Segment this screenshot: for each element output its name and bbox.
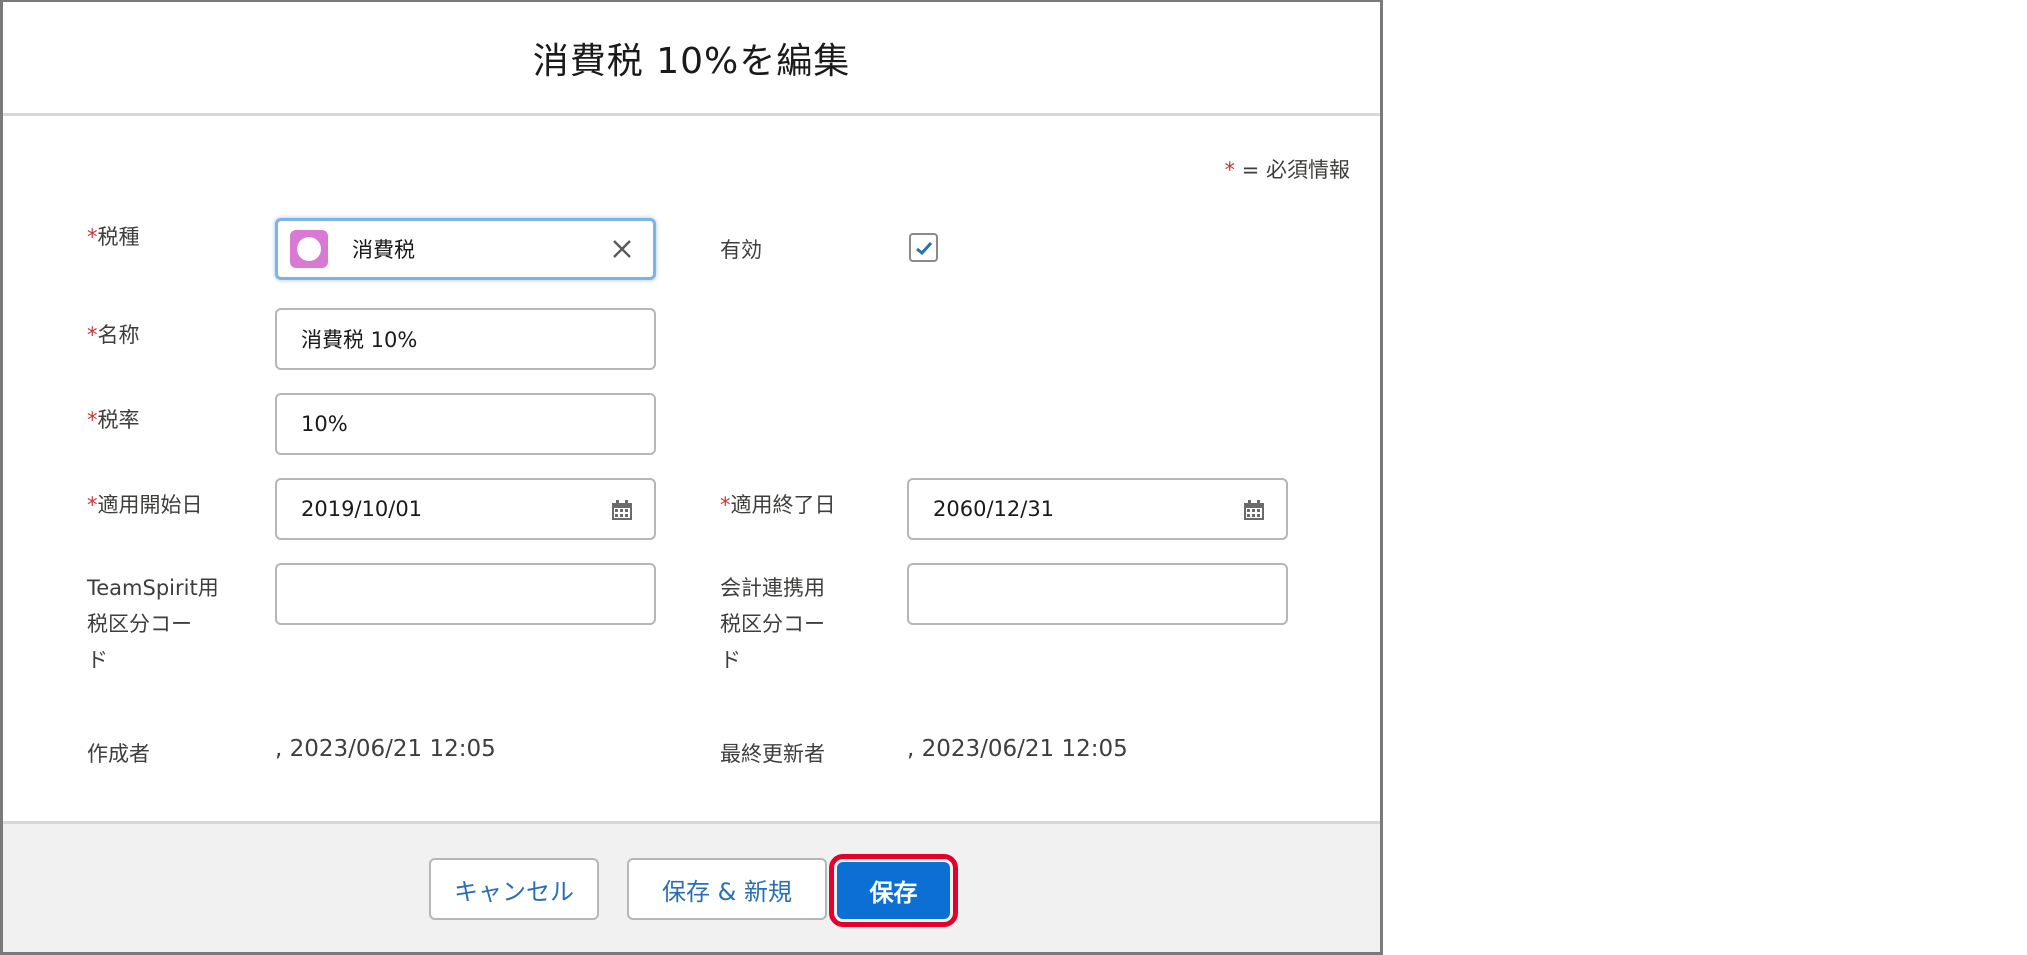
edit-modal: 消費税 10%を編集 * = 必須情報 *税種 消費税 有効 *名称 消費税 1… [0, 0, 1383, 955]
start-date-label: *適用開始日 [87, 493, 203, 517]
tax-type-lookup[interactable]: 消費税 [275, 218, 656, 280]
tax-type-label: *税種 [87, 225, 140, 249]
name-label: *名称 [87, 323, 140, 347]
tax-rate-label: *税率 [87, 408, 140, 432]
modal-header: 消費税 10%を編集 [3, 2, 1380, 116]
ts-tax-code-label: TeamSpirit用 税区分コー ド [87, 576, 219, 672]
required-note-text: = 必須情報 [1235, 158, 1350, 182]
required-star: * [1224, 158, 1236, 182]
record-type-icon [290, 230, 328, 268]
ts-tax-code-input[interactable] [275, 563, 656, 625]
modal-title: 消費税 10%を編集 [532, 40, 851, 82]
modified-by-value: , 2023/06/21 12:05 [907, 736, 1128, 762]
check-icon [915, 241, 932, 255]
cancel-button[interactable]: キャンセル [429, 858, 599, 920]
modal-footer: キャンセル 保存 & 新規 保存 [3, 821, 1380, 952]
acct-tax-code-label: 会計連携用 税区分コー ド [720, 576, 825, 672]
calendar-icon[interactable] [1242, 498, 1266, 522]
active-checkbox[interactable] [909, 233, 938, 262]
calendar-icon[interactable] [610, 498, 634, 522]
created-by-value: , 2023/06/21 12:05 [275, 736, 496, 762]
acct-tax-code-input[interactable] [907, 563, 1288, 625]
required-info-note: * = 必須情報 [1225, 154, 1350, 184]
tax-type-value: 消費税 [352, 238, 415, 262]
name-input[interactable]: 消費税 10% [275, 308, 656, 370]
active-label: 有効 [720, 238, 762, 262]
save-button[interactable]: 保存 [829, 854, 958, 927]
save-and-new-button[interactable]: 保存 & 新規 [627, 858, 827, 920]
clear-icon[interactable] [607, 234, 637, 264]
start-date-input[interactable]: 2019/10/01 [275, 478, 656, 540]
modified-by-label: 最終更新者 [720, 742, 825, 766]
end-date-input[interactable]: 2060/12/31 [907, 478, 1288, 540]
tax-rate-input[interactable]: 10% [275, 393, 656, 455]
end-date-label: *適用終了日 [720, 493, 836, 517]
created-by-label: 作成者 [87, 742, 150, 766]
